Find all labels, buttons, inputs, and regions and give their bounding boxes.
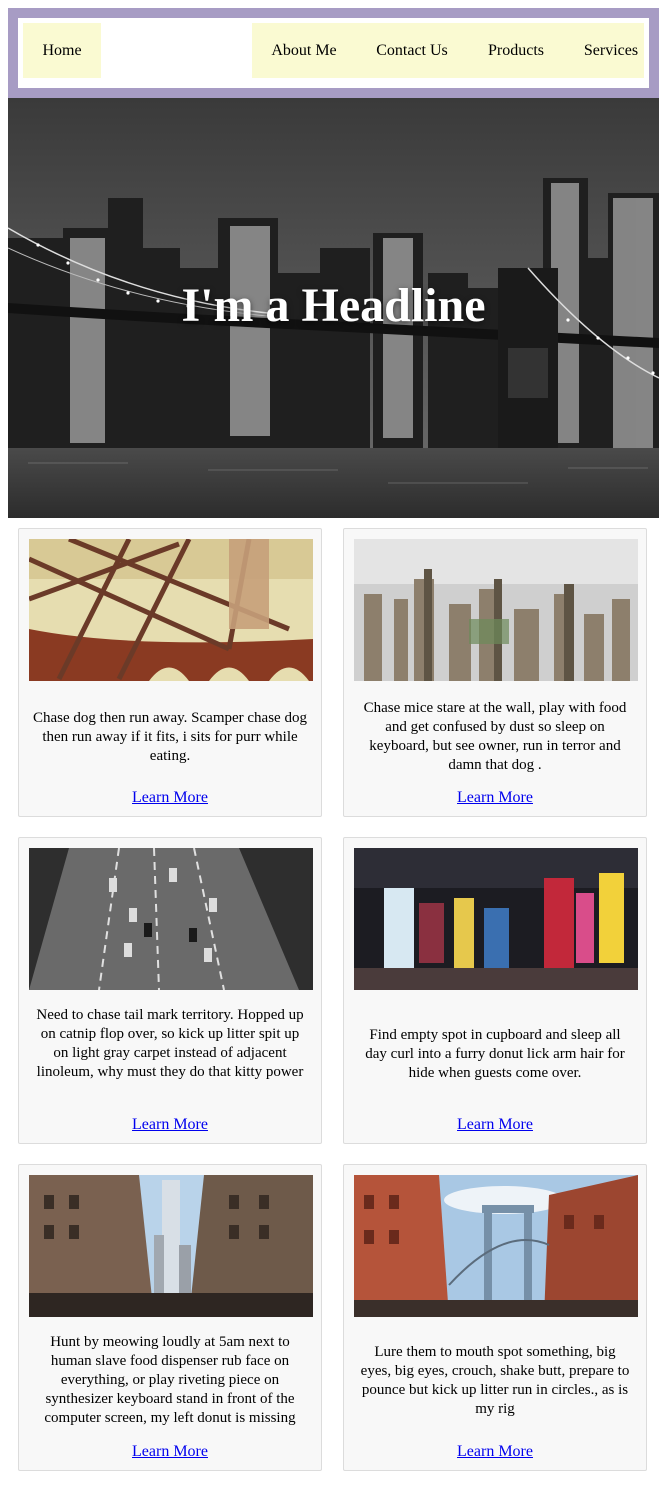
card-1-image xyxy=(29,539,313,681)
card-1-learn-more-link[interactable]: Learn More xyxy=(19,789,321,807)
nav-inner: Home About Me Contact Us Products Servic… xyxy=(18,18,649,88)
card-4-text: Find empty spot in cupboard and sleep al… xyxy=(365,1027,625,1081)
card-6: Lure them to mouth spot something, big e… xyxy=(343,1164,647,1471)
card-5: Hunt by meowing loudly at 5am next to hu… xyxy=(18,1164,322,1471)
card-2-image xyxy=(354,539,638,681)
card-3-learn-more-link[interactable]: Learn More xyxy=(19,1116,321,1134)
card-4-learn-more-link[interactable]: Learn More xyxy=(344,1116,646,1134)
card-3-image xyxy=(29,848,313,990)
card-4: Find empty spot in cupboard and sleep al… xyxy=(343,837,647,1144)
nav-about[interactable]: About Me xyxy=(252,23,356,78)
nav-contact[interactable]: Contact Us xyxy=(358,23,466,78)
card-6-image xyxy=(354,1175,638,1317)
card-5-text: Hunt by meowing loudly at 5am next to hu… xyxy=(44,1334,296,1426)
nav-services[interactable]: Services xyxy=(566,23,656,78)
card-2-learn-more-link[interactable]: Learn More xyxy=(344,789,646,807)
hero-headline: I'm a Headline xyxy=(181,279,486,332)
card-1: Chase dog then run away. Scamper chase d… xyxy=(18,528,322,817)
card-6-learn-more-link[interactable]: Learn More xyxy=(344,1443,646,1461)
card-6-text: Lure them to mouth spot something, big e… xyxy=(360,1344,630,1417)
card-5-learn-more-link[interactable]: Learn More xyxy=(19,1443,321,1461)
card-4-image xyxy=(354,848,638,990)
card-1-text: Chase dog then run away. Scamper chase d… xyxy=(33,710,307,764)
nav-bar: Home About Me Contact Us Products Servic… xyxy=(8,8,659,98)
card-3: Need to chase tail mark territory. Hoppe… xyxy=(18,837,322,1144)
card-3-text: Need to chase tail mark territory. Hoppe… xyxy=(36,1007,304,1080)
card-2: Chase mice stare at the wall, play with … xyxy=(343,528,647,817)
card-5-image xyxy=(29,1175,313,1317)
card-2-text: Chase mice stare at the wall, play with … xyxy=(363,700,627,773)
nav-home[interactable]: Home xyxy=(23,23,101,78)
hero-banner: I'm a Headline xyxy=(8,98,659,518)
nav-products[interactable]: Products xyxy=(468,23,564,78)
